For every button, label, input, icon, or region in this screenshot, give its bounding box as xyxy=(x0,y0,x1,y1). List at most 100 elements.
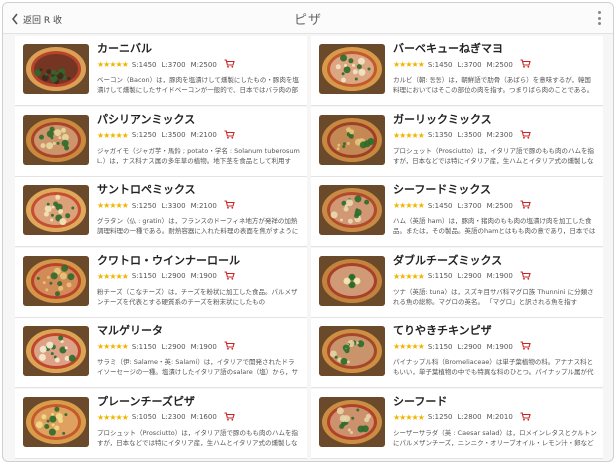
pizza-photo-icon xyxy=(23,114,89,165)
shopping-cart-icon[interactable] xyxy=(520,411,531,423)
product-description: ジャガイモ（ジャガ芋・馬鈴 ; potato・学名 : Solanum tube… xyxy=(97,146,300,165)
pizza-image[interactable] xyxy=(23,326,89,376)
shopping-cart-icon[interactable] xyxy=(224,411,235,423)
pizza-image[interactable] xyxy=(319,44,385,94)
pizza-image[interactable] xyxy=(23,44,89,94)
price-large: L:2900 xyxy=(457,342,482,351)
shopping-cart-icon[interactable] xyxy=(520,59,531,70)
product-meta: ★★★★★ S:1150 L:2900 M:1900 xyxy=(97,341,301,352)
product-description: パイナップル科（Bromeliaceae）は単子葉植物の科。アナナス科ともいい，… xyxy=(393,358,594,376)
shopping-cart-icon[interactable] xyxy=(520,270,531,282)
product-description: ハム（英語 ham）は，豚肉・猪肉のもも肉の塩漬け肉を加工した食品。または，その… xyxy=(393,217,596,235)
shopping-cart-icon[interactable] xyxy=(520,341,531,352)
product-name: てりやきチキンピザ xyxy=(393,324,492,337)
product-info: プレーンチーズピザ ★★★★★ S:1050 L:2300 M:1600 プロシ… xyxy=(97,395,301,448)
pizza-photo-icon xyxy=(23,185,89,235)
product-name: マルゲリータ xyxy=(97,324,163,337)
product-name: サントロペミックス xyxy=(97,183,196,196)
price-medium: M:1600 xyxy=(190,413,217,421)
product-card[interactable]: ガーリックミックス ★★★★★ S:1350 L:3500 M:2300 プロシ… xyxy=(311,106,603,177)
product-info: バーベキューねぎマヨ ★★★★★ S:1450 L:3700 M:2500 カル… xyxy=(393,42,597,95)
product-name: パシリアンミックス xyxy=(97,112,196,126)
shopping-cart-icon[interactable] xyxy=(520,200,531,211)
product-info: パシリアンミックス ★★★★★ S:1250 L:3500 M:2100 ジャガ… xyxy=(97,113,301,166)
price-medium: M:1900 xyxy=(486,342,513,351)
rating-stars: ★★★★★ xyxy=(97,60,129,69)
rating-stars: ★★★★★ xyxy=(393,412,425,422)
price-large: L:3700 xyxy=(457,201,482,210)
pizza-photo-icon xyxy=(319,396,385,447)
product-name: シーフードミックス xyxy=(393,183,492,196)
pizza-image[interactable] xyxy=(319,114,385,165)
pizza-image[interactable] xyxy=(23,396,89,447)
product-card[interactable]: シーフード ★★★★★ S:1250 L:2800 M:2010 シーザーサラダ… xyxy=(311,388,603,459)
price-large: L:3500 xyxy=(457,131,482,139)
product-card[interactable]: マルゲリータ ★★★★★ S:1150 L:2900 M:1900 サラミ（伊:… xyxy=(15,318,307,388)
pizza-image[interactable] xyxy=(23,114,89,165)
product-card[interactable]: サントロペミックス ★★★★★ S:1250 L:3300 M:2100 グラタ… xyxy=(15,177,307,247)
product-info: カーニバル ★★★★★ S:1450 L:3700 M:2500 ベーコン（Ba… xyxy=(97,42,301,95)
pizza-photo-icon xyxy=(23,44,89,94)
product-name: プレーンチーズピザ xyxy=(97,394,195,408)
product-description: プロシュット（Prosciutto）は，イタリア語で豚のもも肉のハムを指すが，日… xyxy=(393,146,595,165)
product-card[interactable]: クワトロ・ウインナーロール ★★★★★ S:1150 L:2900 M:1900… xyxy=(15,247,307,318)
price-small: S:1150 xyxy=(131,342,157,351)
product-description: ツナ（英語: tuna）は，スズキ目サバ科マグロ族 Thunnini に分類され… xyxy=(393,287,594,306)
pizza-photo-icon xyxy=(319,255,385,306)
product-name: シーフード xyxy=(393,394,448,408)
rating-stars: ★★★★★ xyxy=(393,342,425,351)
product-card[interactable]: プレーンチーズピザ ★★★★★ S:1050 L:2300 M:1600 プロシ… xyxy=(15,388,307,459)
price-small: S:1450 xyxy=(427,60,453,69)
pizza-image[interactable] xyxy=(23,185,89,235)
product-description: サラミ（伊: Salame・英: Salami）は，イタリアで開発されたドライソ… xyxy=(97,358,299,376)
shopping-cart-icon[interactable] xyxy=(224,270,235,282)
rating-stars: ★★★★★ xyxy=(97,201,129,210)
product-info: ダブルチーズミックス ★★★★★ S:1150 L:2900 M:1900 ツナ… xyxy=(393,254,597,307)
product-meta: ★★★★★ S:1250 L:3500 M:2100 xyxy=(97,129,301,141)
pizza-photo-icon xyxy=(319,185,385,235)
product-meta: ★★★★★ S:1150 L:2900 M:1900 xyxy=(393,270,597,282)
product-card[interactable]: パシリアンミックス ★★★★★ S:1250 L:3500 M:2100 ジャガ… xyxy=(15,106,307,177)
pizza-image[interactable] xyxy=(319,185,385,235)
product-name: バーベキューねぎマヨ xyxy=(393,42,503,55)
price-large: L:3700 xyxy=(161,60,186,69)
product-description: シーザーサラダ（英 : Caesar salad）は，ロメインレタスとクルトンに… xyxy=(393,428,597,447)
rating-stars: ★★★★★ xyxy=(97,271,129,281)
product-info: ガーリックミックス ★★★★★ S:1350 L:3500 M:2300 プロシ… xyxy=(393,113,597,166)
more-vertical-icon[interactable] xyxy=(595,11,603,25)
product-card[interactable]: カーニバル ★★★★★ S:1450 L:3700 M:2500 ベーコン（Ba… xyxy=(15,36,307,106)
product-meta: ★★★★★ S:1150 L:2900 M:1900 xyxy=(97,270,301,282)
price-large: L:3700 xyxy=(457,60,482,69)
price-medium: M:2500 xyxy=(486,201,513,210)
shopping-cart-icon[interactable] xyxy=(224,59,235,70)
price-large: L:3300 xyxy=(161,201,186,210)
pizza-image[interactable] xyxy=(319,326,385,376)
product-grid: カーニバル ★★★★★ S:1450 L:3700 M:2500 ベーコン（Ba… xyxy=(15,36,603,459)
product-info: てりやきチキンピザ ★★★★★ S:1150 L:2900 M:1900 パイナ… xyxy=(393,324,597,377)
product-info: シーフードミックス ★★★★★ S:1450 L:3700 M:2500 ハム（… xyxy=(393,183,597,236)
pizza-image[interactable] xyxy=(319,396,385,447)
product-name: カーニバル xyxy=(97,42,152,55)
price-small: S:1150 xyxy=(131,272,157,280)
shopping-cart-icon[interactable] xyxy=(224,129,235,141)
product-name: ガーリックミックス xyxy=(393,112,492,126)
product-description: ベーコン（Bacon）は，豚肉を塩漬けして燻製にしたもの・豚肉を塩漬けして燻製に… xyxy=(97,76,299,94)
pizza-image[interactable] xyxy=(319,255,385,306)
shopping-cart-icon[interactable] xyxy=(520,129,531,141)
pizza-photo-icon xyxy=(23,396,89,447)
price-medium: M:1900 xyxy=(190,342,217,351)
product-meta: ★★★★★ S:1250 L:3300 M:2100 xyxy=(97,200,301,211)
price-medium: M:2100 xyxy=(190,201,217,210)
product-card[interactable]: ダブルチーズミックス ★★★★★ S:1150 L:2900 M:1900 ツナ… xyxy=(311,247,603,318)
product-card[interactable]: てりやきチキンピザ ★★★★★ S:1150 L:2900 M:1900 パイナ… xyxy=(311,318,603,388)
shopping-cart-icon[interactable] xyxy=(224,341,235,352)
product-info: シーフード ★★★★★ S:1250 L:2800 M:2010 シーザーサラダ… xyxy=(393,395,597,448)
product-card[interactable]: シーフードミックス ★★★★★ S:1450 L:3700 M:2500 ハム（… xyxy=(311,177,603,247)
price-small: S:1450 xyxy=(427,201,453,210)
shopping-cart-icon[interactable] xyxy=(224,200,235,211)
product-meta: ★★★★★ S:1150 L:2900 M:1900 xyxy=(393,341,597,352)
pizza-image[interactable] xyxy=(23,255,89,306)
product-card[interactable]: バーベキューねぎマヨ ★★★★★ S:1450 L:3700 M:2500 カル… xyxy=(311,36,603,106)
price-medium: M:2500 xyxy=(486,60,513,69)
product-description: プロシュット（Prosciutto）は，イタリア語で豚のもも肉のハムを指すが，日… xyxy=(97,428,299,447)
